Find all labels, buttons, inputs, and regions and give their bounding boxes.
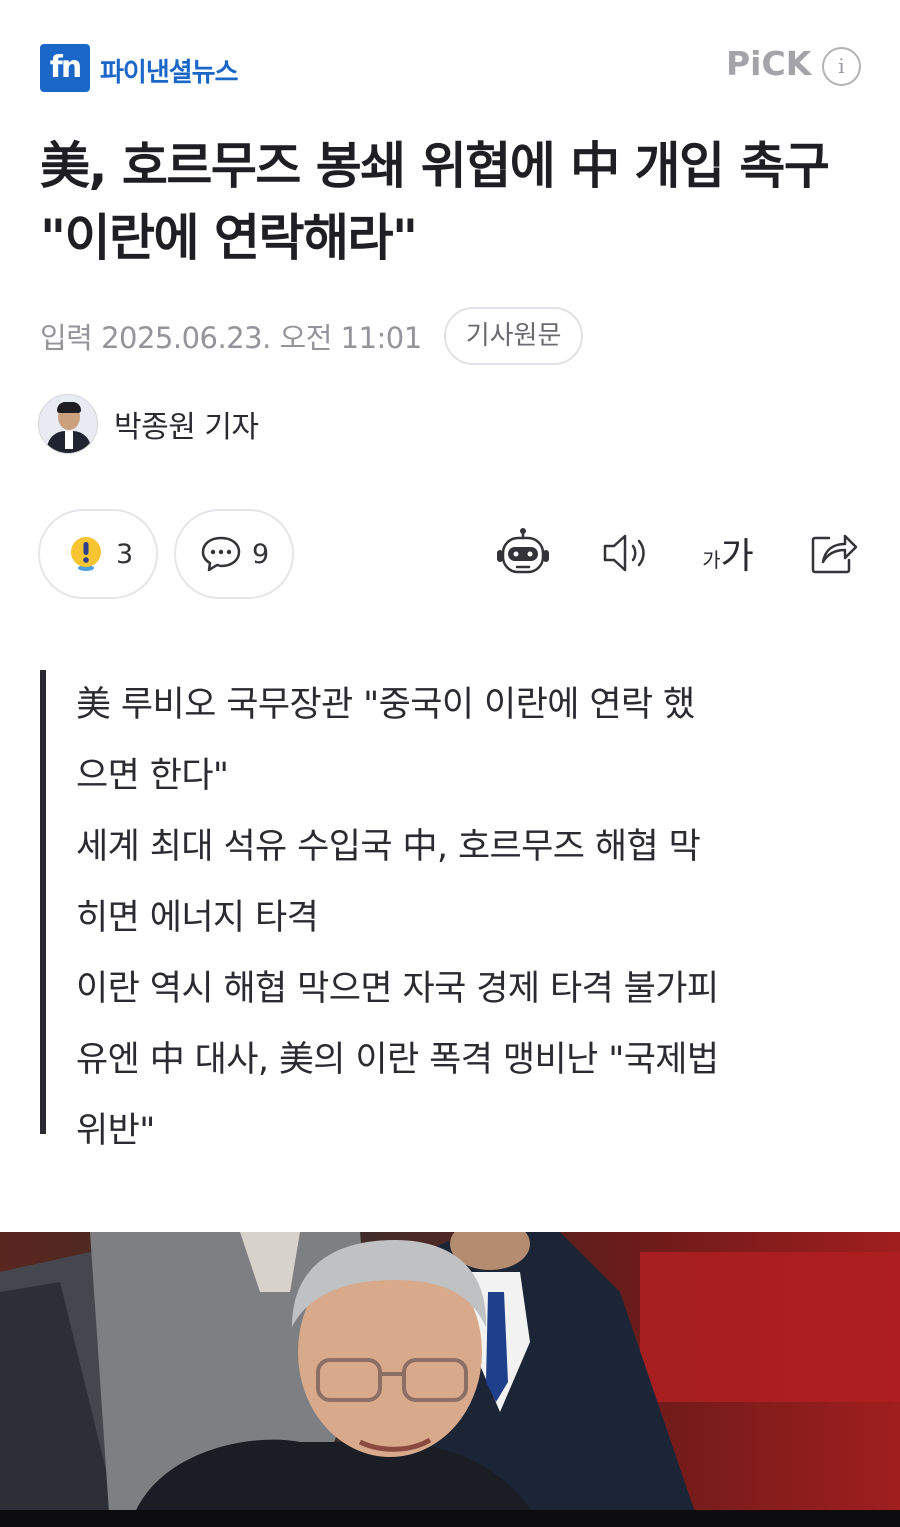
comment-button[interactable]: 9: [174, 509, 294, 599]
summary-line: 위반": [76, 1111, 155, 1151]
summary-line: 유엔 中 대사, 美의 이란 폭격 맹비난 "국제법: [76, 1040, 719, 1080]
summary-line: 세계 최대 석유 수입국 中, 호르무즈 해협 막: [76, 827, 701, 867]
exclamation-icon: [66, 534, 106, 574]
avatar[interactable]: [38, 394, 98, 454]
fn-logo-icon[interactable]: fn: [40, 44, 90, 92]
info-icon[interactable]: i: [822, 47, 861, 86]
publisher-name[interactable]: 파이낸셜뉴스: [100, 52, 239, 89]
robot-icon: [495, 527, 551, 579]
pick-label: PiCK: [726, 44, 812, 83]
summary-line: 으면 한다": [76, 756, 229, 796]
article-meta: 입력 2025.06.23. 오전 11:01 기사원문: [40, 306, 584, 366]
share-icon: [809, 530, 859, 576]
author-block[interactable]: 박종원 기자: [38, 394, 259, 454]
top-header: fn 파이낸셜뉴스 PiCK i: [0, 0, 900, 120]
reaction-button[interactable]: 3: [38, 509, 158, 599]
reaction-count: 3: [116, 538, 134, 570]
article-title: 美, 호르무즈 봉쇄 위협에 中 개입 촉구 "이란에 연락해라": [40, 137, 830, 267]
summary-line: 히면 에너지 타격: [76, 898, 319, 938]
action-bar: 3 9 가 가: [38, 509, 868, 599]
comment-icon: [200, 534, 242, 574]
summary-line: 이란 역시 해협 막으면 자국 경제 타격 불가피: [76, 969, 719, 1009]
summary-line: 美 루비오 국무장관 "중국이 이란에 연락 했: [76, 685, 695, 725]
font-small-glyph: 가: [702, 547, 721, 572]
original-article-button[interactable]: 기사원문: [443, 307, 584, 365]
ai-summary-button[interactable]: [493, 523, 553, 583]
publish-date: 입력 2025.06.23. 오전 11:01: [40, 321, 422, 355]
text-to-speech-button[interactable]: [598, 523, 654, 583]
share-button[interactable]: [806, 523, 862, 583]
font-size-button[interactable]: 가 가: [698, 523, 758, 583]
speaker-icon: [601, 531, 651, 575]
author-name[interactable]: 박종원 기자: [114, 402, 259, 446]
article-photo[interactable]: [0, 1232, 900, 1527]
article-summary: 美 루비오 국무장관 "중국이 이란에 연락 했 으면 한다" 세계 최대 석유…: [40, 670, 860, 1151]
font-big-glyph: 가: [720, 536, 754, 577]
comment-count: 9: [252, 538, 270, 570]
